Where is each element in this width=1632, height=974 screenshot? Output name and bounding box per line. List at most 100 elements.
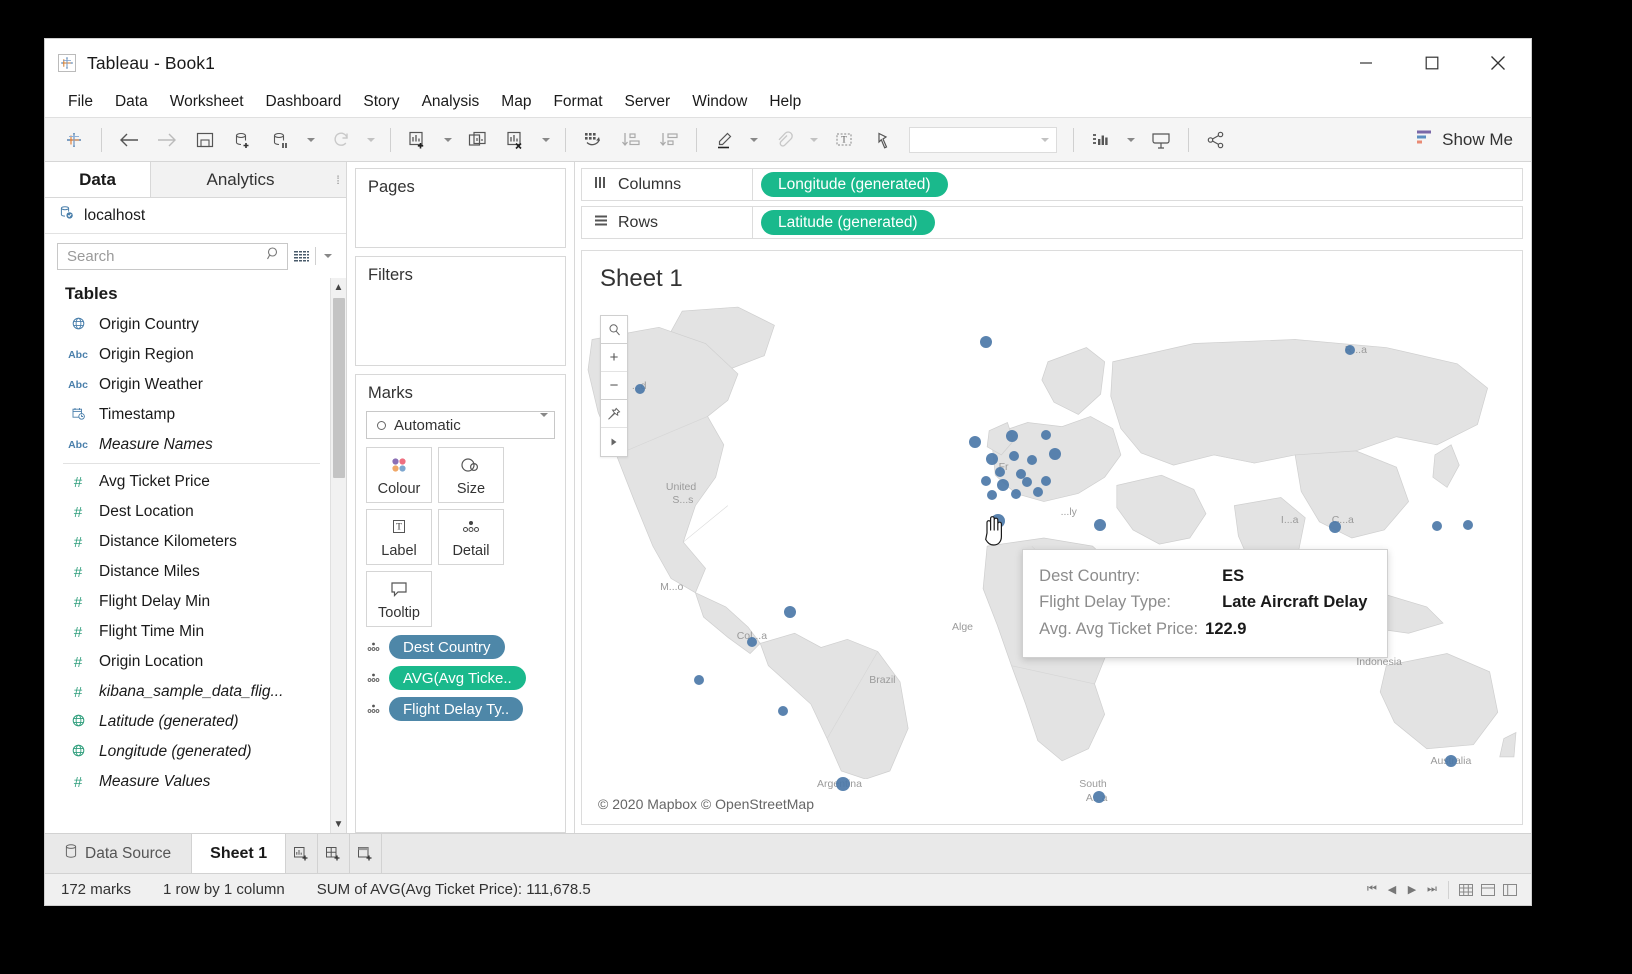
menu-server[interactable]: Server [614,91,682,113]
map-mark[interactable] [997,479,1009,491]
tableau-logo-icon[interactable] [55,123,93,157]
new-worksheet-caret-icon[interactable] [437,123,459,157]
menu-file[interactable]: File [57,91,104,113]
map-mark[interactable] [1027,455,1037,465]
map-view[interactable]: United S...s M...o Col...a Brazil Argent… [586,303,1518,820]
map-mark[interactable] [1445,755,1457,767]
menu-worksheet[interactable]: Worksheet [159,91,255,113]
field-longitude-generated[interactable]: Longitude (generated) [45,737,330,767]
colour-button[interactable]: Colour [366,447,432,503]
maximize-icon[interactable] [1399,39,1465,87]
group-caret-icon[interactable] [803,123,825,157]
field-flight-time-min[interactable]: # Flight Time Min [45,617,330,647]
sort-ascending-icon[interactable] [612,123,650,157]
mark-pill-flight-delay-type[interactable]: Flight Delay Ty.. [389,697,523,721]
tab-data[interactable]: Data [45,162,151,197]
last-page-icon[interactable]: ⏭ [1422,883,1442,896]
map-mark[interactable] [1345,345,1355,355]
search-input[interactable] [57,243,288,270]
map-mark[interactable] [778,706,788,716]
tab-data-source[interactable]: Data Source [45,834,192,873]
new-dashboard-icon[interactable] [318,834,350,873]
map-mark[interactable] [980,336,992,348]
highlight-caret-icon[interactable] [743,123,765,157]
show-me-button[interactable]: Show Me [1416,129,1521,150]
presentation-mode-icon[interactable] [1142,123,1180,157]
tooltip-button[interactable]: Tooltip [366,571,432,627]
map-mark[interactable] [694,675,704,685]
map-mark[interactable] [1432,521,1442,531]
pause-dropdown-caret-icon[interactable] [300,123,322,157]
tab-sheet-1[interactable]: Sheet 1 [192,834,286,873]
scroll-thumb[interactable] [333,298,345,478]
mark-type-dropdown[interactable]: Automatic [366,411,555,439]
field-origin-location[interactable]: # Origin Location [45,647,330,677]
chevron-down-icon[interactable] [322,254,334,258]
expand-toolbar-icon[interactable] [601,428,627,456]
pin-map-icon[interactable] [601,400,627,428]
zoom-out-icon[interactable]: − [601,372,627,400]
menu-format[interactable]: Format [542,91,613,113]
close-icon[interactable] [1465,39,1531,87]
map-mark[interactable] [986,453,998,465]
menu-dashboard[interactable]: Dashboard [255,91,353,113]
shelf-pill-longitude[interactable]: Longitude (generated) [761,172,948,197]
menu-map[interactable]: Map [490,91,542,113]
map-mark[interactable] [981,476,991,486]
field-kibana-sample-data[interactable]: # kibana_sample_data_flig... [45,677,330,707]
new-worksheet-icon[interactable] [286,834,318,873]
tab-analytics[interactable]: Analytics [151,162,330,197]
field-origin-weather[interactable]: Abc Origin Weather [45,370,330,400]
map-mark[interactable] [1041,430,1051,440]
fields-scrollbar[interactable]: ▲ ▼ [330,278,346,833]
first-page-icon[interactable]: ⏮ [1362,883,1382,896]
zoom-in-icon[interactable]: + [601,344,627,372]
field-distance-miles[interactable]: # Distance Miles [45,557,330,587]
map-mark[interactable] [1094,519,1106,531]
highlight-icon[interactable] [705,123,743,157]
totals-caret-icon[interactable] [1120,123,1142,157]
new-data-source-icon[interactable] [224,123,262,157]
shelf-pill-latitude[interactable]: Latitude (generated) [761,210,935,235]
field-avg-ticket-price[interactable]: # Avg Ticket Price [45,467,330,497]
menu-story[interactable]: Story [352,91,410,113]
map-mark[interactable] [969,436,981,448]
map-mark[interactable] [1022,477,1032,487]
size-button[interactable]: Size [438,447,504,503]
menu-analysis[interactable]: Analysis [411,91,491,113]
map-mark[interactable] [747,637,757,647]
card-view-icon[interactable] [1477,884,1499,896]
refresh-dropdown-caret-icon[interactable] [360,123,382,157]
save-icon[interactable] [186,123,224,157]
map-mark[interactable] [635,384,645,394]
sort-descending-icon[interactable] [650,123,688,157]
map-mark[interactable] [1329,521,1341,533]
columns-shelf-drop[interactable]: Longitude (generated) [753,168,1523,201]
scroll-down-icon[interactable]: ▼ [334,815,344,833]
group-members-icon[interactable] [765,123,803,157]
share-icon[interactable] [1197,123,1235,157]
grid-view-icon[interactable] [1455,884,1477,896]
pause-auto-update-icon[interactable] [262,123,300,157]
map-mark[interactable] [1463,520,1473,530]
refresh-icon[interactable] [322,123,360,157]
filters-card[interactable]: Filters [355,256,566,366]
forward-arrow-icon[interactable] [148,123,186,157]
field-timestamp[interactable]: Timestamp [45,400,330,430]
fit-dropdown[interactable] [909,127,1057,153]
swap-rows-columns-icon[interactable] [574,123,612,157]
field-origin-country[interactable]: Origin Country [45,310,330,340]
menu-data[interactable]: Data [104,91,159,113]
search-map-icon[interactable] [601,316,627,344]
pane-grip-icon[interactable]: ⁞ [330,162,346,197]
back-arrow-icon[interactable] [110,123,148,157]
pages-card[interactable]: Pages [355,168,566,248]
totals-icon[interactable] [1082,123,1120,157]
map-mark[interactable] [1041,476,1051,486]
menu-window[interactable]: Window [681,91,758,113]
search-field[interactable] [67,248,266,265]
mark-pill-dest-country[interactable]: Dest Country [389,635,505,659]
minimize-icon[interactable] [1333,39,1399,87]
map-mark[interactable] [1093,791,1105,803]
new-story-icon[interactable] [350,834,382,873]
